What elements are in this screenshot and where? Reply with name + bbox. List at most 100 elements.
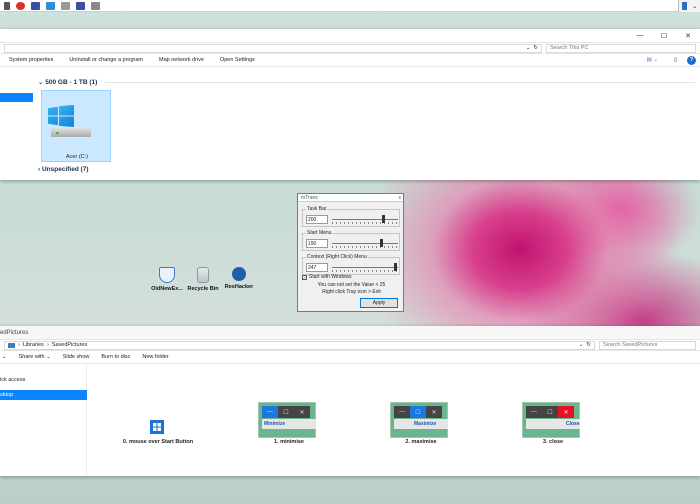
desktop-icon-reshacker[interactable]: ResHacker <box>221 267 257 290</box>
chevron-down-icon[interactable]: ⌄ <box>692 3 697 10</box>
app-icon-3[interactable] <box>31 1 40 10</box>
item-caption: 2. maximise <box>405 439 437 445</box>
address-bar-row: ⌄ ↻ Search This PC <box>0 42 700 54</box>
chevron-down-icon[interactable]: ⌄ <box>526 45 531 51</box>
system-properties-button[interactable]: System properties <box>9 57 53 63</box>
startmenu-slider[interactable] <box>332 243 398 244</box>
address-bar[interactable]: › Libraries › SavedPictures ⌄ ↻ <box>4 340 595 350</box>
picture-item-maximise[interactable]: — ☐ ✕ Maximize 2. maximise <box>390 402 452 448</box>
organize-chevron-icon[interactable]: ⌄ <box>2 354 7 360</box>
context-slider-thumb[interactable] <box>394 263 398 271</box>
breadcrumb-libraries[interactable]: Libraries <box>23 342 44 348</box>
picture-item-minimise[interactable]: — ☐ ✕ Minimize 1. minimise <box>258 402 320 448</box>
context-slider[interactable] <box>332 267 398 268</box>
app-icon-4[interactable] <box>46 1 55 10</box>
open-settings-button[interactable]: Open Settings <box>220 57 255 63</box>
close-icon[interactable]: x <box>399 195 404 201</box>
mtrans-dialog: mTrans x Task Bar 200 Start Menu 190 Con… <box>297 193 404 312</box>
close-icon[interactable]: ✕ <box>676 29 700 42</box>
minimize-icon[interactable]: — <box>628 29 652 42</box>
thumbnail: — ☐ ✕ Minimize <box>258 402 316 438</box>
refresh-icon[interactable]: ↻ <box>533 45 538 51</box>
preview-pane-icon[interactable]: ▯ <box>674 57 677 63</box>
refresh-icon[interactable]: ↻ <box>586 342 594 348</box>
address-bar-row: › Libraries › SavedPictures ⌄ ↻ Search S… <box>0 339 700 351</box>
reshacker-icon <box>232 267 246 281</box>
drive-label: Acer (C:) <box>66 154 88 160</box>
command-bar: System properties Uninstall or change a … <box>0 54 700 67</box>
breadcrumb-savedpictures[interactable]: SavedPictures <box>52 342 87 348</box>
apply-button[interactable]: Apply <box>360 298 398 308</box>
new-folder-button[interactable]: New folder <box>142 354 168 360</box>
checkmark-icon[interactable]: ✓ <box>302 274 307 280</box>
startmenu-slider-thumb[interactable] <box>379 239 383 247</box>
app-icon-5[interactable] <box>61 1 70 10</box>
picture-item-close[interactable]: — ☐ ✕ Close 3. close <box>522 402 584 448</box>
app-icon-2[interactable] <box>16 1 25 10</box>
address-bar[interactable]: ⌄ ↻ <box>4 43 542 53</box>
desktop-icon-oldnewexplorer[interactable]: OldNewEx... <box>149 267 185 292</box>
startmenu-value-field[interactable]: 190 <box>306 239 328 248</box>
folder-icon <box>8 342 15 348</box>
command-bar: ⌄ Share with ⌄ Slide show Burn to disc N… <box>0 351 700 364</box>
taskbar-value-field[interactable]: 200 <box>306 215 328 224</box>
group-divider <box>105 82 695 83</box>
map-network-drive-button[interactable]: Map network drive <box>159 57 204 63</box>
shield-icon <box>159 267 175 283</box>
exit-note: Right click Tray icon > Exit <box>322 289 381 295</box>
minimize-icon: — <box>531 409 537 415</box>
context-menu-group: Context (Right Click) Menu 247 <box>302 254 400 275</box>
view-options-icon[interactable]: ▤ ⌄ <box>647 57 658 63</box>
item-caption: 0. mouse over Start Button <box>122 439 194 445</box>
taskbar-slider-thumb[interactable] <box>382 215 386 223</box>
context-value-field[interactable]: 247 <box>306 263 328 272</box>
search-input[interactable]: Search This PC <box>546 43 696 53</box>
window-titlebar[interactable]: edPictures <box>0 326 700 339</box>
start-with-windows-checkbox[interactable]: ✓ Start with Windows <box>302 274 352 280</box>
burn-to-disc-button[interactable]: Burn to disc <box>101 354 130 360</box>
group-header-unspecified[interactable]: › Unspecified (7) <box>38 166 89 173</box>
maximize-icon: ☐ <box>283 409 289 416</box>
app-icon-7[interactable] <box>91 1 100 10</box>
maximize-icon[interactable]: ☐ <box>652 29 676 42</box>
maximize-icon: ☐ <box>410 406 426 418</box>
window-titlebar[interactable]: — ☐ ✕ <box>0 29 700 42</box>
search-input[interactable]: Search SavedPictures <box>599 340 696 350</box>
share-with-button[interactable]: Share with ⌄ <box>19 354 51 360</box>
chevron-right-icon[interactable]: › <box>38 166 40 173</box>
recycle-bin-icon <box>197 267 209 283</box>
top-toolbar: ⌄ <box>0 0 700 12</box>
taskbar-slider[interactable] <box>332 219 398 220</box>
uninstall-program-button[interactable]: Uninstall or change a program <box>69 57 143 63</box>
nav-item-quick-access[interactable]: ick access <box>0 377 25 383</box>
drive-icon <box>47 105 91 137</box>
explorer-window-savedpictures: edPictures › Libraries › SavedPictures ⌄… <box>0 326 700 476</box>
app-icon-1[interactable] <box>4 1 10 10</box>
nav-item-desktop[interactable]: sktop <box>0 390 87 400</box>
explorer-window-this-pc: — ☐ ✕ ⌄ ↻ Search This PC System properti… <box>0 29 700 180</box>
nav-pane-selection[interactable] <box>0 93 33 102</box>
picture-item-start-button[interactable]: 0. mouse over Start Button <box>120 418 196 448</box>
app-icon-6[interactable] <box>76 1 85 10</box>
chevron-down-icon[interactable]: ⌄ <box>38 79 43 86</box>
desktop-icon-recycle-bin[interactable]: Recycle Bin <box>185 267 221 292</box>
drive-item-c[interactable]: Acer (C:) <box>41 90 111 162</box>
slide-show-button[interactable]: Slide show <box>63 354 90 360</box>
minimize-icon: — <box>262 406 278 418</box>
maximize-icon: ☐ <box>547 409 553 416</box>
mtrans-titlebar[interactable]: mTrans x <box>298 194 403 202</box>
chevron-down-icon[interactable]: ⌄ <box>579 342 584 348</box>
group-header-500gb[interactable]: ⌄ 500 GB - 1 TB (1) <box>38 78 97 86</box>
windows-logo-icon <box>150 420 164 434</box>
close-icon: ✕ <box>299 409 305 416</box>
nav-pane: ick access sktop <box>0 364 87 476</box>
item-caption: 3. close <box>542 439 564 445</box>
item-caption: 1. minimise <box>274 439 304 445</box>
thumbnail: — ☐ ✕ Maximize <box>390 402 448 438</box>
help-icon[interactable]: ? <box>687 55 696 65</box>
topbar-right-controls: ⌄ <box>678 0 700 12</box>
panel-icon[interactable] <box>681 2 687 10</box>
taskbar-group: Task Bar 200 <box>302 206 400 227</box>
startmenu-group: Start Menu 190 <box>302 230 400 251</box>
close-icon: ✕ <box>431 409 437 416</box>
